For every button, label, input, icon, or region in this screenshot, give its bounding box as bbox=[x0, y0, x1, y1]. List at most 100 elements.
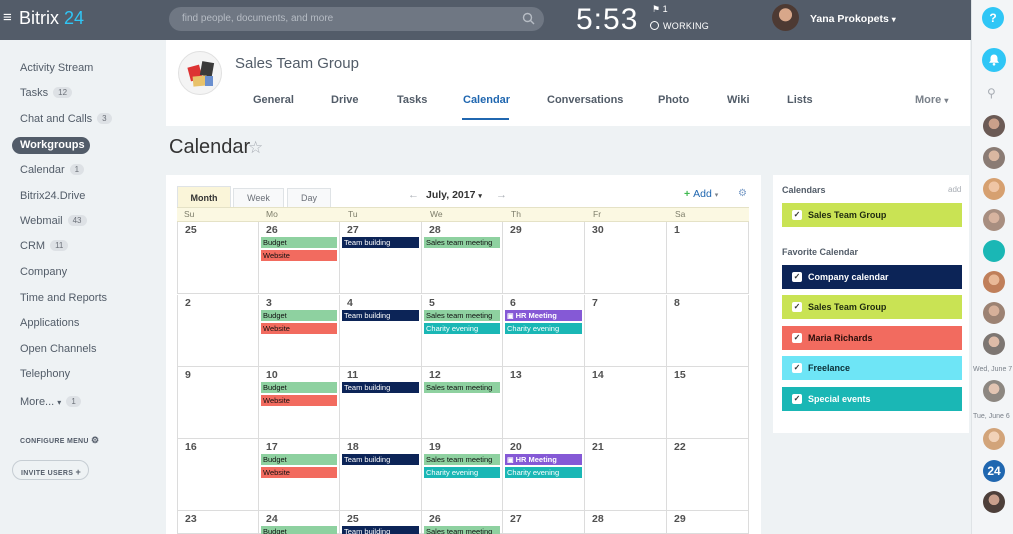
sidebar-item-activity-stream[interactable]: Activity Stream bbox=[20, 62, 93, 74]
contact-avatar[interactable] bbox=[983, 115, 1005, 137]
sidebar-item-calendar[interactable]: Calendar 1 bbox=[20, 164, 85, 176]
contact-avatar[interactable] bbox=[983, 333, 1005, 355]
flag-counter[interactable]: ⚑ 1 bbox=[652, 4, 668, 15]
bitrix24-avatar[interactable]: 24 bbox=[983, 460, 1005, 482]
calendar-event[interactable]: Sales team meeting bbox=[424, 454, 500, 465]
day-cell[interactable]: 5 Sales team meeting Charity evening bbox=[422, 295, 503, 367]
calendar-event[interactable]: Website bbox=[261, 322, 337, 334]
calendar-event[interactable]: Sales team meeting bbox=[424, 382, 500, 393]
day-cell[interactable]: 4 Team building bbox=[340, 295, 422, 367]
check-icon[interactable]: ✓ bbox=[792, 363, 802, 373]
contact-avatar[interactable] bbox=[983, 491, 1005, 513]
favorite-item-freelance[interactable]: ✓ Freelance bbox=[782, 356, 962, 380]
contact-avatar[interactable] bbox=[983, 271, 1005, 293]
check-icon[interactable]: ✓ bbox=[792, 333, 802, 343]
day-cell[interactable]: 26 Sales team meeting bbox=[422, 511, 503, 534]
contact-avatar[interactable] bbox=[983, 302, 1005, 324]
calendar-event[interactable]: Sales team meeting bbox=[424, 310, 500, 321]
day-cell[interactable]: 17 Budget Website bbox=[259, 439, 340, 511]
calendar-event[interactable]: Budget bbox=[261, 454, 337, 465]
work-status[interactable]: WORKING bbox=[650, 21, 709, 31]
calendar-event[interactable]: Team building bbox=[342, 237, 419, 248]
day-cell[interactable]: 15 bbox=[667, 367, 749, 439]
day-cell[interactable]: 28 Sales team meeting bbox=[422, 222, 503, 294]
tab-tasks[interactable]: Tasks bbox=[397, 94, 427, 106]
calendar-event[interactable]: Team building bbox=[342, 454, 419, 465]
invite-users-button[interactable]: INVITE USERS + bbox=[12, 460, 89, 480]
favorite-item-special-events[interactable]: ✓ Special events bbox=[782, 387, 962, 411]
tab-photo[interactable]: Photo bbox=[658, 94, 689, 106]
day-cell[interactable]: 24 Budget bbox=[259, 511, 340, 534]
clock-time[interactable]: 5:53 bbox=[576, 3, 638, 37]
star-icon[interactable]: ☆ bbox=[248, 138, 263, 158]
group-logo[interactable] bbox=[178, 51, 222, 95]
day-cell[interactable]: 7 bbox=[585, 295, 667, 367]
user-menu[interactable]: Yana Prokopets ▾ bbox=[810, 13, 896, 25]
calendar-event[interactable]: Team building bbox=[342, 382, 419, 393]
favorite-item-maria-richards[interactable]: ✓ Maria Richards bbox=[782, 326, 962, 350]
help-icon[interactable]: ? bbox=[982, 7, 1004, 29]
day-cell[interactable]: 25 Team building bbox=[340, 511, 422, 534]
day-cell[interactable]: 16 bbox=[177, 439, 259, 511]
day-cell[interactable]: 29 bbox=[503, 222, 585, 294]
check-icon[interactable]: ✓ bbox=[792, 210, 802, 220]
prev-month-arrow-icon[interactable]: ← bbox=[408, 189, 419, 201]
favorite-item-sales-team-group[interactable]: ✓ Sales Team Group bbox=[782, 295, 962, 319]
day-cell[interactable]: 27 bbox=[503, 511, 585, 534]
contact-avatar[interactable] bbox=[983, 147, 1005, 169]
calendar-event[interactable]: Charity evening bbox=[505, 466, 582, 478]
tab-more[interactable]: More ▾ bbox=[915, 94, 948, 106]
view-week-tab[interactable]: Week bbox=[233, 188, 284, 207]
add-calendar-link[interactable]: add bbox=[948, 185, 961, 194]
chat-channel-avatar[interactable] bbox=[983, 240, 1005, 262]
calendar-event[interactable]: Team building bbox=[342, 526, 419, 534]
view-month-tab[interactable]: Month bbox=[177, 186, 231, 208]
configure-menu-button[interactable]: CONFIGURE MENU ⚙ bbox=[20, 435, 99, 446]
day-cell[interactable]: 29 bbox=[667, 511, 749, 534]
next-month-arrow-icon[interactable]: → bbox=[496, 189, 507, 201]
calendar-event[interactable]: Charity evening bbox=[424, 322, 500, 334]
calendar-event[interactable]: ▣ HR Meeting bbox=[505, 310, 582, 321]
day-cell[interactable]: 10 Budget Website bbox=[259, 367, 340, 439]
day-cell[interactable]: 8 bbox=[667, 295, 749, 367]
day-cell[interactable]: 30 bbox=[585, 222, 667, 294]
search-icon[interactable] bbox=[522, 12, 535, 25]
calendar-event[interactable]: Budget bbox=[261, 382, 337, 393]
day-cell[interactable]: 14 bbox=[585, 367, 667, 439]
day-cell[interactable]: 2 bbox=[177, 295, 259, 367]
calendar-event[interactable]: ▣ HR Meeting bbox=[505, 454, 582, 465]
sidebar-item-more[interactable]: More... ▾ 1 bbox=[20, 396, 81, 408]
search-input[interactable]: find people, documents, and more bbox=[169, 7, 544, 31]
sidebar-item-chat-calls[interactable]: Chat and Calls 3 bbox=[20, 113, 112, 125]
day-cell[interactable]: 22 bbox=[667, 439, 749, 511]
calendar-event[interactable]: Budget bbox=[261, 310, 337, 321]
sidebar-item-applications[interactable]: Applications bbox=[20, 317, 79, 329]
menu-icon[interactable]: ≡ bbox=[3, 10, 12, 26]
calendar-event[interactable]: Budget bbox=[261, 237, 337, 248]
day-cell[interactable]: 19 Sales team meeting Charity evening bbox=[422, 439, 503, 511]
view-day-tab[interactable]: Day bbox=[287, 188, 331, 207]
day-cell[interactable]: 20 ▣ HR Meeting Charity evening bbox=[503, 439, 585, 511]
calendar-event[interactable]: Charity evening bbox=[424, 466, 500, 478]
contact-avatar[interactable] bbox=[983, 209, 1005, 231]
sidebar-item-drive[interactable]: Bitrix24.Drive bbox=[20, 190, 85, 202]
user-avatar[interactable] bbox=[772, 4, 799, 31]
month-selector[interactable]: July, 2017 ▾ bbox=[426, 189, 482, 201]
day-cell[interactable]: 3 Budget Website bbox=[259, 295, 340, 367]
sidebar-item-telephony[interactable]: Telephony bbox=[20, 368, 70, 380]
rail-search-icon[interactable]: ⚲ bbox=[987, 86, 996, 100]
favorite-item-company-calendar[interactable]: ✓ Company calendar bbox=[782, 265, 962, 289]
contact-avatar[interactable] bbox=[983, 380, 1005, 402]
sidebar-item-webmail[interactable]: Webmail 43 bbox=[20, 215, 87, 227]
calendar-event[interactable]: Website bbox=[261, 394, 337, 406]
day-cell[interactable]: 9 bbox=[177, 367, 259, 439]
sidebar-item-company[interactable]: Company bbox=[20, 266, 67, 278]
day-cell[interactable]: 1 bbox=[667, 222, 749, 294]
day-cell[interactable]: 25 bbox=[177, 222, 259, 294]
calendar-event[interactable]: Website bbox=[261, 466, 337, 478]
day-cell[interactable]: 27 Team building bbox=[340, 222, 422, 294]
calendar-item-sales-team-group[interactable]: ✓ Sales Team Group bbox=[782, 203, 962, 227]
app-logo[interactable]: Bitrix 24 bbox=[19, 8, 84, 29]
notifications-button[interactable] bbox=[982, 48, 1006, 72]
check-icon[interactable]: ✓ bbox=[792, 302, 802, 312]
